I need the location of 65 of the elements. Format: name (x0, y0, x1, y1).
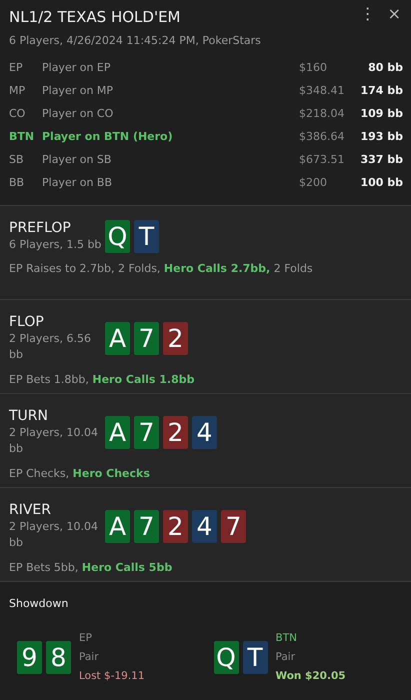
playing-card: 9 (17, 640, 42, 674)
playing-card: 7 (134, 416, 159, 450)
street-name: PREFLOP (9, 220, 72, 237)
street-name: TURN (9, 408, 49, 425)
playing-card: 4 (192, 416, 217, 450)
player-bb: 174 bb (359, 83, 403, 100)
street-info: 2 Players, 10.04 bb (9, 518, 99, 552)
playing-card: 8 (46, 640, 71, 674)
playing-card: T (134, 220, 159, 254)
playing-card: Q (105, 220, 130, 254)
result-text: Won $20.05 (276, 668, 346, 684)
playing-card: 7 (134, 322, 159, 356)
player-name: Player on BB (42, 175, 114, 192)
street-info: 6 Players, 1.5 bb (9, 236, 102, 253)
action-text: EP Bets 1.8bb, Hero Calls 1.8bb (9, 372, 196, 388)
result-text: Lost $-19.11 (79, 668, 145, 684)
player-name: Player on SB (42, 152, 112, 168)
hand-subtitle: 6 Players, 4/26/2024 11:45:24 PM, PokerStars (9, 32, 262, 48)
player-position: EP (9, 60, 24, 76)
player-position: MP (9, 83, 26, 100)
playing-card: 2 (163, 510, 188, 544)
action-text: EP Raises to 2.7bb, 2 Folds, Hero Calls 2.7bb, 2 Folds (9, 261, 314, 278)
player-position: BTN (9, 129, 36, 146)
window-title: NL1/2 TEXAS HOLD'EM (9, 7, 180, 28)
playing-card: A (105, 416, 130, 450)
player-position: CO (9, 106, 26, 122)
player-name: Player on BTN (Hero) (42, 129, 174, 146)
playing-card: 2 (163, 416, 188, 450)
player-name: Player on MP (42, 83, 114, 100)
hand-rank: Pair (79, 650, 100, 664)
player-name: Player on CO (42, 106, 114, 122)
playing-card: A (105, 322, 130, 356)
player-position: EP (79, 630, 93, 646)
playing-card: 2 (163, 322, 188, 356)
action-text: EP Checks, Hero Checks (9, 466, 151, 482)
street-info: 2 Players, 6.56 bb (9, 330, 92, 364)
player-position: BB (9, 175, 26, 192)
playing-card: 7 (221, 510, 246, 544)
hand-rank: Pair (276, 650, 296, 664)
player-name: Player on EP (42, 60, 112, 76)
player-bb: 80 bb (367, 60, 403, 76)
player-bb: 109 bb (359, 106, 403, 122)
street-name: RIVER (9, 502, 52, 519)
player-bb: 193 bb (359, 129, 403, 146)
menu-button[interactable]: ⋮ (358, 6, 378, 22)
playing-card: Q (214, 640, 238, 674)
street-name: FLOP (9, 314, 45, 331)
player-bb: 337 bb (359, 152, 403, 168)
playing-card: 4 (192, 510, 217, 544)
showdown-title: Showdown (9, 596, 70, 612)
player-position: SB (9, 152, 25, 168)
playing-card: T (242, 640, 268, 674)
player-stack: $386.64 (299, 129, 346, 146)
playing-card: A (105, 510, 130, 544)
close-button[interactable]: × (386, 6, 403, 22)
action-text: EP Bets 5bb, Hero Calls 5bb (9, 560, 174, 576)
player-stack: $218.04 (299, 106, 346, 122)
player-stack: $673.51 (299, 152, 346, 168)
player-stack: $348.41 (299, 83, 346, 100)
player-position: BTN (276, 630, 298, 646)
player-stack: $160 (299, 60, 328, 76)
player-bb: 100 bb (359, 175, 403, 192)
street-info: 2 Players, 10.04 bb (9, 424, 99, 458)
playing-card: 7 (134, 510, 159, 544)
player-stack: $200 (299, 175, 328, 192)
